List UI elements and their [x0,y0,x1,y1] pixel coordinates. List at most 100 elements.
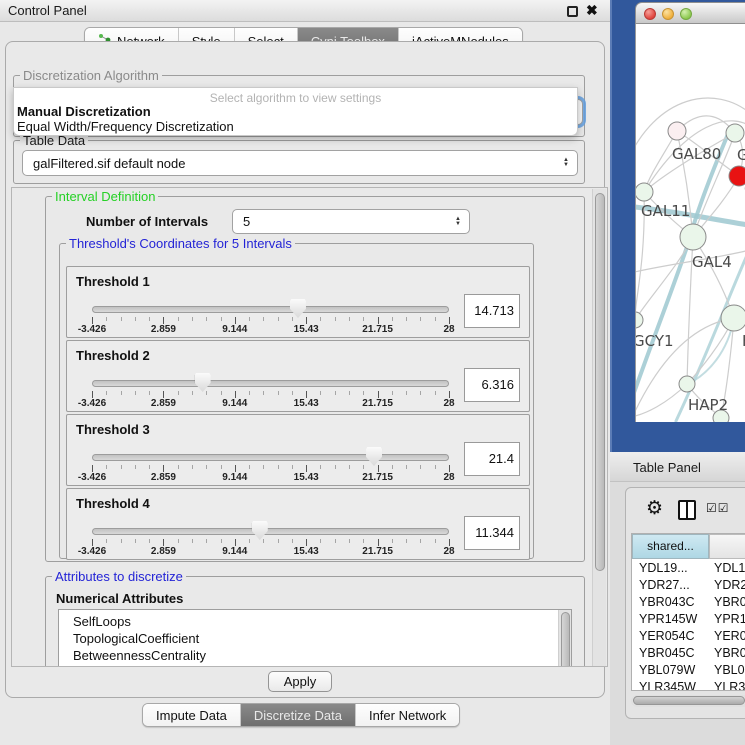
scrollbar-thumb[interactable] [633,696,745,705]
network-node-label: GA [737,146,745,164]
tab-infer-network[interactable]: Infer Network [356,704,459,726]
network-window[interactable]: GAL80GACGAL11GAL4GCY1HHAP2 [635,2,745,422]
network-node[interactable] [668,122,686,140]
num-intervals-combobox[interactable]: 5 ▲▼ [232,209,470,234]
network-node[interactable] [721,305,745,331]
cell-name: YDL1 [714,561,745,575]
network-node[interactable] [680,224,706,250]
tab-label: Impute Data [156,708,227,723]
control-panel-titlebar: Control Panel [0,0,610,22]
combo-stepper-icon: ▲▼ [563,158,569,168]
scrollbar-thumb[interactable] [595,193,605,571]
attribute-item[interactable]: TopologicalCoefficient [73,631,199,646]
threshold-value-field[interactable]: 14.713 [464,294,520,328]
minimize-traffic-icon[interactable] [662,8,674,20]
threshold-panel-1: Threshold 1-3.4262.8599.14415.4321.71528… [66,266,530,338]
cell-shared-name: YER054C [639,629,695,643]
bottom-tab-bar: Impute Data Discretize DataInfer Network [142,703,460,727]
cell-name: YBR0 [714,595,745,609]
table-row[interactable]: YDR27...YDR2 [632,577,745,594]
table-row[interactable]: YBR045C YBR0 [632,645,745,662]
split-columns-icon[interactable] [678,500,696,520]
zoom-traffic-icon[interactable] [680,8,692,20]
network-node[interactable] [729,166,745,186]
slider-thumb[interactable] [252,521,268,540]
panel-title: Control Panel [8,3,87,18]
cell-shared-name: YBR045C [639,646,695,660]
tab-impute-data[interactable]: Impute Data [143,704,241,726]
table-panel-title: Table Panel [633,460,701,475]
threshold-panel-3: Threshold 3 -3.4262.8599.14415.4321.71528… [66,414,530,486]
threshold-label: Threshold 2 [76,348,150,363]
network-node[interactable] [636,183,653,201]
table-data-combobox[interactable]: galFiltered.sif default node ▲▼ [22,150,578,176]
combo-stepper-icon: ▲▼ [455,217,461,227]
settings-scrollpane: Interval Definition Number of Intervals … [11,187,608,667]
network-graph: GAL80GACGAL11GAL4GCY1HHAP2 [636,24,745,422]
network-node-label: GCY1 [636,332,674,350]
attributes-group-title: Attributes to discretize [52,569,186,584]
threshold-value-field[interactable]: 6.316 [464,368,520,402]
float-window-icon[interactable] [567,6,578,17]
table-row[interactable]: YPR145WYPR1 [632,611,745,628]
settings-gear-icon[interactable]: ⚙ [646,497,663,519]
threshold-value-field[interactable]: 21.4 [464,442,520,476]
slider-thumb[interactable] [195,373,211,392]
table-row[interactable]: YER054C YER0 [632,628,745,645]
threshold-label: Threshold 4 [76,496,150,511]
attributes-groupbox: Attributes to discretize Numerical Attri… [45,576,585,667]
slider-thumb[interactable] [366,447,382,466]
column-header-shared[interactable]: shared... [632,534,709,559]
network-node[interactable] [726,124,744,142]
cell-name: YBR0 [714,646,745,660]
table-panel-header: Table Panel [610,452,745,482]
tab-discretize-data[interactable]: Discretize Data [241,704,356,726]
apply-button[interactable]: Apply [268,671,332,692]
cell-shared-name: YDL19... [639,561,688,575]
numerical-attributes-label: Numerical Attributes [56,591,183,606]
slider-thumb[interactable] [290,299,306,318]
network-canvas[interactable]: GAL80GACGAL11GAL4GCY1HHAP2 [635,24,745,422]
cell-shared-name: YLR345W [639,680,696,691]
dropdown-option-manual[interactable]: Manual Discretization [16,104,573,119]
cell-name: YDR2 [714,578,745,592]
attributes-list-scrollbar[interactable] [558,610,571,667]
network-node[interactable] [679,376,695,392]
network-window-titlebar[interactable] [635,2,745,24]
slider-track[interactable] [92,380,449,387]
network-node-label: HAP2 [688,396,728,414]
network-node-label: GAL11 [641,202,690,220]
slider-scale-labels: -3.4262.8599.14415.4321.71528 [92,398,449,410]
attributes-list[interactable]: SelfLoops TopologicalCoefficient Betweenne… [58,609,572,667]
select-checkboxes-icon[interactable]: ☑☑ [706,501,730,515]
column-header-name[interactable]: na [709,534,745,559]
table-row[interactable]: YDL19... YDL1 [632,560,745,577]
settings-scrollbar[interactable] [592,189,606,667]
close-icon[interactable]: ✖ [586,2,598,19]
attribute-item[interactable]: SelfLoops [73,614,131,629]
dropdown-option-equal-width[interactable]: Equal Width/Frequency Discretization [16,119,573,134]
slider-track[interactable] [92,454,449,461]
slider-track[interactable] [92,306,449,313]
threshold-panel-4: Threshold 4-3.4262.8599.14415.4321.71528… [66,488,530,560]
attribute-item[interactable]: BetweennessCentrality [73,648,206,663]
cell-shared-name: YPR145W [639,612,697,626]
node-attribute-table[interactable]: shared... na YDL19...YDL1YDR27...YDR2YBR… [631,533,745,691]
threshold-label: Threshold 3 [76,422,150,437]
network-desktop: GAL80GACGAL11GAL4GCY1HHAP2 [610,0,745,452]
table-horizontal-scrollbar[interactable] [631,695,745,707]
control-panel: Control Panel ✖ NetworkStyleSelectCyni T… [0,0,610,745]
network-node[interactable] [636,312,643,328]
cell-name: YLR3 [714,680,745,691]
table-row[interactable]: YLR345W YLR3 [632,679,745,691]
table-row[interactable]: YBL079WYBL0 [632,662,745,679]
scrollbar-thumb[interactable] [561,612,570,667]
table-row[interactable]: YBR043CYBR0 [632,594,745,611]
num-intervals-label: Number of Intervals [86,214,208,229]
cell-name: YER0 [714,629,745,643]
interval-definition-groupbox: Interval Definition Number of Intervals … [45,196,585,562]
slider-track[interactable] [92,528,449,535]
slider-scale-labels: -3.4262.8599.14415.4321.71528 [92,472,449,484]
threshold-value-field[interactable]: 11.344 [464,516,520,550]
close-traffic-icon[interactable] [644,8,656,20]
